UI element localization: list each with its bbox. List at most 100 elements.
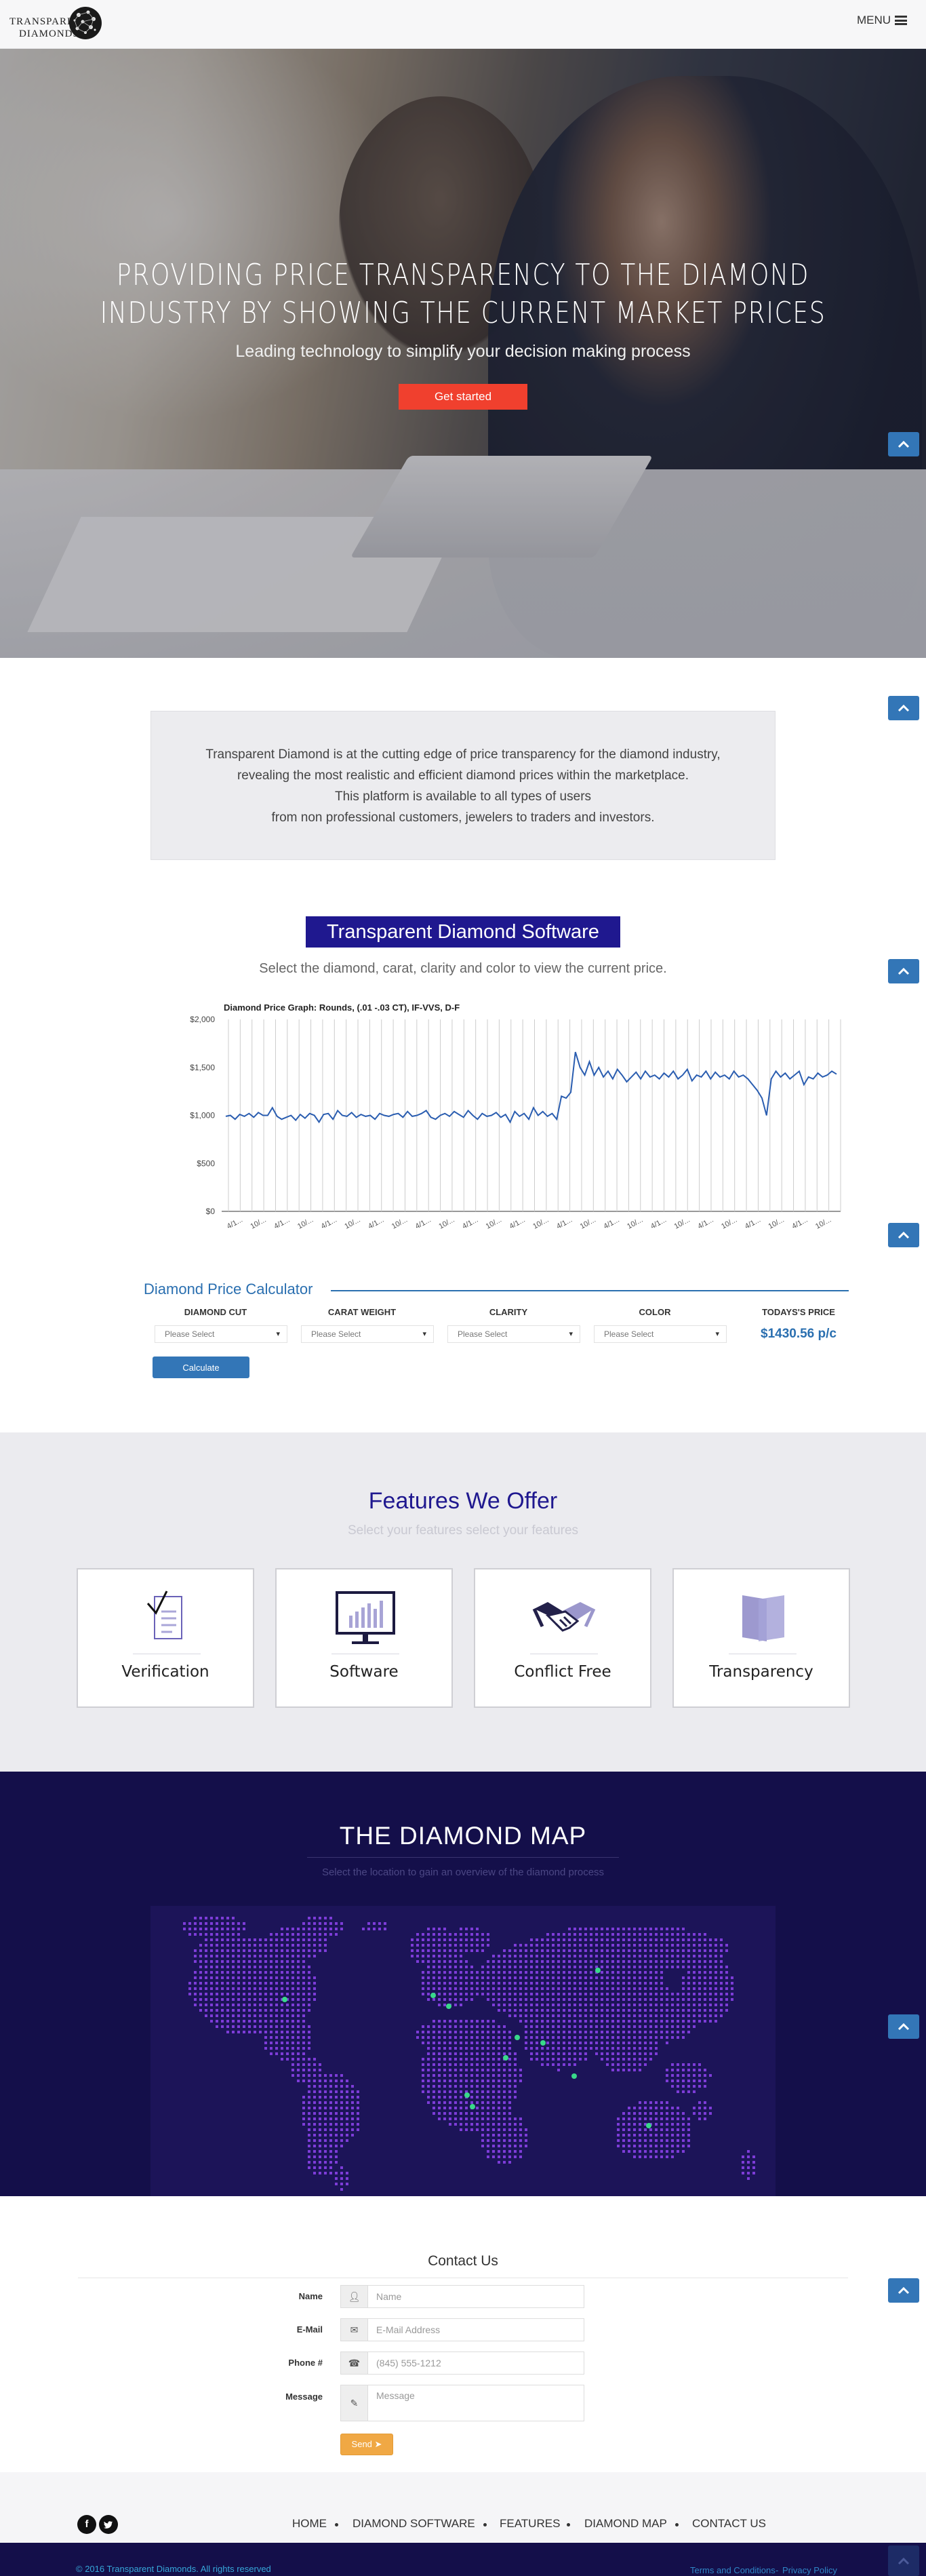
map-dot — [470, 1982, 473, 1985]
footer-link-contact-us[interactable]: CONTACT US — [692, 2517, 766, 2531]
map-dot — [443, 2058, 446, 2061]
map-dot — [552, 1987, 555, 1990]
send-button[interactable]: Send ➤︎ — [340, 2434, 393, 2455]
logo[interactable]: TRANSPARENT DIAMONDS — [9, 4, 102, 43]
feature-card-transparency[interactable]: Transparency — [672, 1568, 850, 1708]
map-location-marker[interactable] — [571, 2073, 577, 2079]
footer-link-home[interactable]: HOME — [292, 2517, 327, 2531]
phone-input[interactable] — [368, 2352, 584, 2374]
scroll-top-button[interactable] — [888, 2545, 919, 2576]
map-location-marker[interactable] — [282, 1997, 287, 2002]
scroll-top-button[interactable] — [888, 1223, 919, 1247]
map-location-marker[interactable] — [430, 1993, 436, 1998]
map-dot — [438, 1944, 441, 1947]
feature-card-verification[interactable]: Verification — [77, 1568, 254, 1708]
map-dot — [617, 2123, 620, 2126]
map-location-marker[interactable] — [503, 2055, 508, 2061]
map-dot — [687, 1971, 690, 1974]
map-dot — [720, 1971, 723, 1974]
map-dot — [460, 2118, 462, 2120]
map-dot — [541, 2058, 544, 2061]
name-input[interactable] — [368, 2286, 584, 2307]
map-location-marker[interactable] — [464, 2092, 470, 2098]
email-input[interactable] — [368, 2319, 584, 2341]
map-dot — [465, 1987, 468, 1990]
map-dot — [503, 1987, 506, 1990]
map-dot — [465, 2112, 468, 2115]
clarity-select[interactable]: Please Select — [447, 1325, 580, 1343]
footer-link-diamond-map[interactable]: DIAMOND MAP — [584, 2517, 667, 2531]
map-dot — [460, 2128, 462, 2131]
message-input[interactable] — [368, 2385, 584, 2421]
map-dot — [606, 2063, 609, 2066]
map-dot — [291, 2004, 294, 2006]
map-dot — [302, 2025, 305, 2028]
map-location-marker[interactable] — [446, 2004, 451, 2009]
map-dot — [226, 2031, 229, 2033]
map-dot — [714, 1938, 717, 1941]
map-dot — [308, 2025, 310, 2028]
map-dot — [704, 2014, 706, 2017]
scroll-top-button[interactable] — [888, 432, 919, 456]
map-dot — [432, 1960, 435, 1963]
world-map[interactable] — [150, 1906, 776, 2196]
diamond-cut-select[interactable]: Please Select — [155, 1325, 287, 1343]
map-dot — [449, 1960, 451, 1963]
map-location-marker[interactable] — [595, 1968, 601, 1973]
map-dot — [655, 1987, 658, 1990]
map-location-marker[interactable] — [646, 2123, 651, 2128]
map-dot — [546, 2047, 549, 2050]
footer-link-diamond-software[interactable]: DIAMOND SOFTWARE — [353, 2517, 475, 2531]
twitter-icon[interactable] — [99, 2515, 118, 2534]
footer-link-features[interactable]: FEATURES — [500, 2517, 560, 2531]
map-dot — [611, 2042, 614, 2044]
map-dot — [205, 1993, 207, 1995]
map-dot — [666, 1944, 668, 1947]
map-dot — [329, 2139, 332, 2142]
map-dot — [633, 1944, 636, 1947]
map-location-marker[interactable] — [470, 2104, 475, 2109]
facebook-icon[interactable]: f — [77, 2515, 96, 2534]
map-dot — [281, 2020, 283, 2023]
map-location-marker[interactable] — [515, 2035, 520, 2040]
chart-x-tick-label: 4/1... — [461, 1216, 479, 1231]
map-location-marker[interactable] — [540, 2040, 546, 2046]
menu-button[interactable]: MENU — [857, 14, 907, 27]
map-dot — [199, 1982, 202, 1985]
map-dot — [649, 1938, 652, 1941]
map-dot — [649, 2031, 652, 2033]
map-dot — [335, 2139, 338, 2142]
feature-card-conflict-free[interactable]: Conflict Free — [474, 1568, 651, 1708]
map-dot — [432, 2042, 435, 2044]
map-dot — [329, 2150, 332, 2153]
map-dot — [671, 2014, 674, 2017]
map-dot — [199, 1949, 202, 1952]
calculate-button[interactable]: Calculate — [153, 1357, 249, 1378]
get-started-button[interactable]: Get started — [399, 384, 527, 410]
map-dot — [275, 1993, 278, 1995]
map-dot — [465, 2042, 468, 2044]
map-dot — [454, 1976, 457, 1979]
map-dot — [221, 1971, 224, 1974]
scroll-top-button[interactable] — [888, 2014, 919, 2039]
privacy-link[interactable]: Privacy Policy — [782, 2565, 837, 2575]
map-dot — [579, 1933, 582, 1936]
map-dot — [427, 2025, 430, 2028]
map-dot — [416, 1933, 419, 1936]
map-dot — [232, 1987, 235, 1990]
feature-card-software[interactable]: Software — [275, 1568, 453, 1708]
map-dot — [649, 1933, 652, 1936]
map-dot — [498, 2118, 500, 2120]
map-dot — [639, 1993, 641, 1995]
map-dot — [470, 1966, 473, 1968]
scroll-top-button[interactable] — [888, 2278, 919, 2303]
map-dot — [633, 1960, 636, 1963]
scroll-top-button[interactable] — [888, 696, 919, 720]
carat-weight-select[interactable]: Please Select — [301, 1325, 434, 1343]
map-dot — [481, 1966, 484, 1968]
map-dot — [432, 1982, 435, 1985]
terms-link[interactable]: Terms and Conditions — [690, 2565, 776, 2575]
map-dot — [579, 2031, 582, 2033]
color-select[interactable]: Please Select — [594, 1325, 727, 1343]
map-dot — [221, 2004, 224, 2006]
